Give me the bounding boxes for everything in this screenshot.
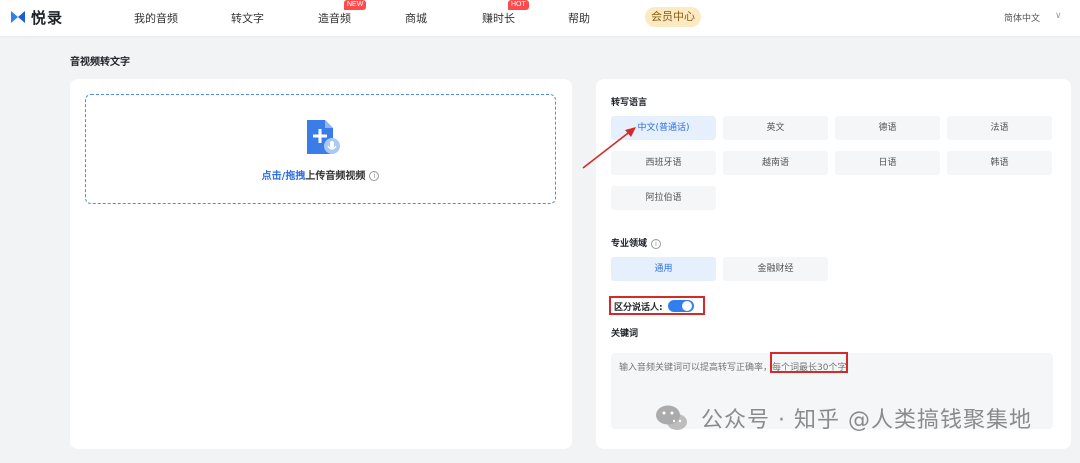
new-badge: NEW [344, 0, 367, 10]
language-chip-english[interactable]: 英文 [723, 116, 828, 140]
domain-chip-finance[interactable]: 金融财经 [723, 257, 828, 281]
nav-transcribe[interactable]: 转文字 [231, 10, 264, 26]
language-chip-french[interactable]: 法语 [947, 116, 1052, 140]
watermark-text: 公众号 · 知乎 @人类搞钱聚集地 [701, 408, 1032, 433]
nav-label: 帮助 [568, 12, 590, 25]
domain-chip-general[interactable]: 通用 [611, 257, 716, 281]
nav-my-audio[interactable]: 我的音频 [134, 10, 178, 26]
language-chip-japanese[interactable]: 日语 [835, 151, 940, 175]
domain-label-text: 专业领域 [611, 239, 648, 249]
speaker-label: 区分说话人: [614, 303, 663, 313]
upload-dropzone[interactable]: 点击/拖拽上传音频视频 i [85, 94, 556, 204]
language-switch[interactable]: 简体中文 [1004, 11, 1040, 24]
vip-center-button[interactable]: 会员中心 [645, 7, 701, 27]
nav-help[interactable]: 帮助 [568, 10, 590, 26]
settings-panel: 转写语言 中文(普通话) 英文 德语 法语 西班牙语 越南语 日语 韩语 阿拉伯… [596, 79, 1071, 449]
logo-text: 悦录 [31, 8, 64, 27]
top-header: 悦录 我的音频 转文字 造音频 NEW 商城 赚时长 HOT 帮助 会员中心 简… [0, 0, 1080, 36]
domain-label: 专业领域 i [611, 236, 662, 249]
nav-label: 商城 [405, 12, 427, 25]
nav-label: 赚时长 [482, 12, 515, 25]
info-icon[interactable]: i [369, 171, 380, 181]
page-title: 音视频转文字 [70, 57, 130, 68]
toggle-knob [682, 301, 692, 311]
nav-earn-time[interactable]: 赚时长 HOT [482, 0, 529, 26]
nav-label: 转文字 [231, 12, 264, 25]
language-chip-vietnamese[interactable]: 越南语 [723, 151, 828, 175]
language-chip-mandarin[interactable]: 中文(普通话) [611, 116, 716, 140]
chevron-down-icon[interactable]: ∨ [1055, 11, 1062, 21]
language-chip-german[interactable]: 德语 [835, 116, 940, 140]
hot-badge: HOT [508, 0, 529, 10]
speaker-toggle[interactable] [668, 300, 694, 312]
upload-file-icon [307, 120, 340, 154]
upload-panel: 点击/拖拽上传音频视频 i [70, 79, 572, 449]
nav-make-audio[interactable]: 造音频 NEW [318, 0, 367, 26]
watermark: 公众号 · 知乎 @人类搞钱聚集地 [655, 398, 1032, 438]
upload-link[interactable]: 点击/拖拽 [262, 171, 306, 182]
upload-label: 上传音频视频 [305, 171, 366, 182]
logo-icon [11, 11, 25, 23]
nav-label: 我的音频 [134, 12, 178, 25]
keywords-input[interactable] [619, 360, 1039, 376]
upload-instruction: 点击/拖拽上传音频视频 i [86, 167, 555, 182]
language-chip-spanish[interactable]: 西班牙语 [611, 151, 716, 175]
transcribe-language-label: 转写语言 [611, 98, 648, 108]
speaker-toggle-row: 区分说话人: [609, 296, 705, 315]
language-chip-korean[interactable]: 韩语 [947, 151, 1052, 175]
nav-shop[interactable]: 商城 [405, 10, 427, 26]
info-icon[interactable]: i [651, 238, 662, 249]
nav-label: 造音频 [318, 12, 351, 25]
keywords-label: 关键词 [611, 329, 639, 339]
logo[interactable]: 悦录 [9, 5, 63, 29]
wechat-icon [656, 405, 687, 430]
language-chip-arabic[interactable]: 阿拉伯语 [611, 186, 716, 210]
